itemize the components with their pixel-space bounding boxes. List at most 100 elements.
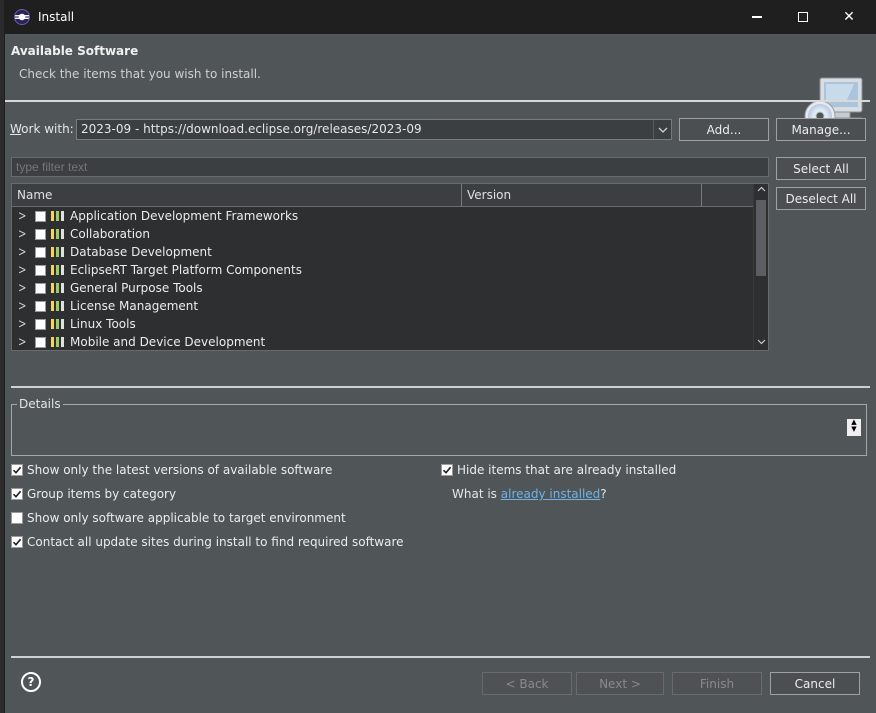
close-button[interactable]: ✕ [826, 0, 872, 34]
software-tree[interactable]: Name Version > Application Development Fr… [11, 183, 769, 351]
tree-row[interactable]: > Mobile and Device Development [12, 333, 754, 350]
finish-button[interactable]: Finish [672, 672, 762, 695]
target-environment-option[interactable]: Show only software applicable to target … [11, 511, 346, 525]
expand-chevron-icon[interactable]: > [18, 263, 26, 277]
target-environment-label: Show only software applicable to target … [27, 511, 346, 525]
scroll-thumb[interactable] [756, 200, 766, 276]
what-is-installed-text: What is already installed? [452, 487, 607, 501]
already-installed-link[interactable]: already installed [501, 487, 601, 501]
close-icon: ✕ [843, 9, 855, 25]
details-separator [11, 386, 870, 388]
group-by-category-checkbox[interactable] [11, 488, 23, 500]
contact-update-sites-label: Contact all update sites during install … [27, 535, 404, 549]
category-icon [51, 229, 64, 239]
tree-row[interactable]: > Database Development [12, 243, 754, 261]
tree-row-checkbox[interactable] [35, 210, 46, 222]
select-all-button[interactable]: Select All [776, 157, 866, 180]
tree-row-label: Application Development Frameworks [70, 209, 299, 223]
filter-input[interactable] [11, 157, 769, 177]
manage-button[interactable]: Manage... [776, 118, 866, 141]
tree-row[interactable]: > General Purpose Tools [12, 279, 754, 297]
target-environment-checkbox[interactable] [11, 512, 23, 524]
category-icon [51, 247, 64, 257]
minimize-icon [752, 16, 762, 18]
tree-row-checkbox[interactable] [35, 300, 46, 312]
latest-versions-checkbox[interactable] [11, 464, 23, 476]
work-with-value: 2023-09 - https://download.eclipse.org/r… [81, 122, 422, 136]
next-button[interactable]: Next > [576, 672, 664, 695]
column-name-header[interactable]: Name [12, 184, 52, 207]
expand-chevron-icon[interactable]: > [18, 227, 26, 241]
window-title: Install [38, 10, 75, 24]
scroll-down-icon[interactable] [754, 338, 768, 348]
tree-row-label: License Management [70, 299, 199, 313]
tree-row[interactable]: > EclipseRT Target Platform Components [12, 261, 754, 279]
back-button[interactable]: < Back [482, 672, 572, 695]
category-icon [51, 301, 64, 311]
category-icon [51, 211, 64, 221]
category-icon [51, 283, 64, 293]
tree-row[interactable]: > Linux Tools [12, 315, 754, 333]
expand-chevron-icon[interactable]: > [18, 299, 26, 313]
page-description: Check the items that you wish to install… [19, 67, 261, 81]
add-button[interactable]: Add... [679, 118, 769, 141]
category-icon [51, 337, 64, 347]
group-by-category-label: Group items by category [27, 487, 177, 501]
expand-chevron-icon[interactable]: > [18, 209, 26, 223]
wizard-header: Available Software Check the items that … [5, 34, 876, 132]
tree-row-label: Linux Tools [70, 317, 136, 331]
tree-row-checkbox[interactable] [35, 318, 46, 330]
group-by-category-option[interactable]: Group items by category [11, 487, 176, 501]
latest-versions-label: Show only the latest versions of availab… [27, 463, 333, 477]
expand-chevron-icon[interactable]: > [18, 335, 26, 349]
work-with-label: Work with: [10, 122, 74, 136]
hide-installed-checkbox[interactable] [441, 464, 453, 476]
tree-row-label: Database Development [70, 245, 212, 259]
column-version-header[interactable]: Version [462, 184, 511, 207]
deselect-all-button[interactable]: Deselect All [776, 187, 866, 210]
eclipse-logo-icon [14, 9, 30, 25]
tree-header: Name Version [12, 184, 754, 207]
maximize-button[interactable] [780, 0, 826, 34]
tree-row-label: EclipseRT Target Platform Components [70, 263, 302, 277]
tree-row-checkbox[interactable] [35, 264, 46, 276]
help-icon[interactable]: ? [21, 672, 41, 692]
tree-row-checkbox[interactable] [35, 246, 46, 258]
expand-chevron-icon[interactable]: > [18, 281, 26, 295]
category-icon [51, 265, 64, 275]
work-with-combo[interactable]: 2023-09 - https://download.eclipse.org/r… [76, 119, 672, 140]
tree-row-checkbox[interactable] [35, 336, 46, 348]
contact-update-sites-checkbox[interactable] [11, 536, 23, 548]
header-separator [5, 100, 870, 102]
hide-installed-option[interactable]: Hide items that are already installed [441, 463, 676, 477]
details-legend: Details [17, 397, 63, 411]
tree-row-label: Mobile and Device Development [70, 335, 266, 349]
scroll-up-icon[interactable] [754, 185, 768, 195]
tree-row-checkbox[interactable] [35, 282, 46, 294]
details-scroll-spinner[interactable]: ▲ ▼ [847, 419, 861, 436]
details-group [11, 404, 867, 456]
tree-row[interactable]: > License Management [12, 297, 754, 315]
hide-installed-label: Hide items that are already installed [457, 463, 677, 477]
tree-row-checkbox[interactable] [35, 228, 46, 240]
maximize-icon [798, 12, 808, 22]
column-divider[interactable] [701, 184, 702, 207]
contact-update-sites-option[interactable]: Contact all update sites during install … [11, 535, 404, 549]
install-dialog: Install ✕ Available Software Check the i… [4, 0, 876, 713]
page-title: Available Software [11, 44, 139, 58]
expand-chevron-icon[interactable]: > [18, 317, 26, 331]
tree-row-label: General Purpose Tools [70, 281, 203, 295]
tree-scrollbar[interactable] [753, 184, 768, 350]
chevron-down-icon[interactable] [653, 120, 671, 139]
tree-row[interactable]: > Collaboration [12, 225, 754, 243]
footer-separator [11, 656, 870, 658]
tree-rows: > Application Development Frameworks > Coll… [12, 207, 754, 350]
cancel-button[interactable]: Cancel [770, 672, 860, 695]
minimize-button[interactable] [734, 0, 780, 34]
tree-row-label: Collaboration [70, 227, 150, 241]
tree-row[interactable]: > Application Development Frameworks [12, 207, 754, 225]
category-icon [51, 319, 64, 329]
title-bar: Install ✕ [5, 0, 876, 34]
latest-versions-option[interactable]: Show only the latest versions of availab… [11, 463, 332, 477]
expand-chevron-icon[interactable]: > [18, 245, 26, 259]
